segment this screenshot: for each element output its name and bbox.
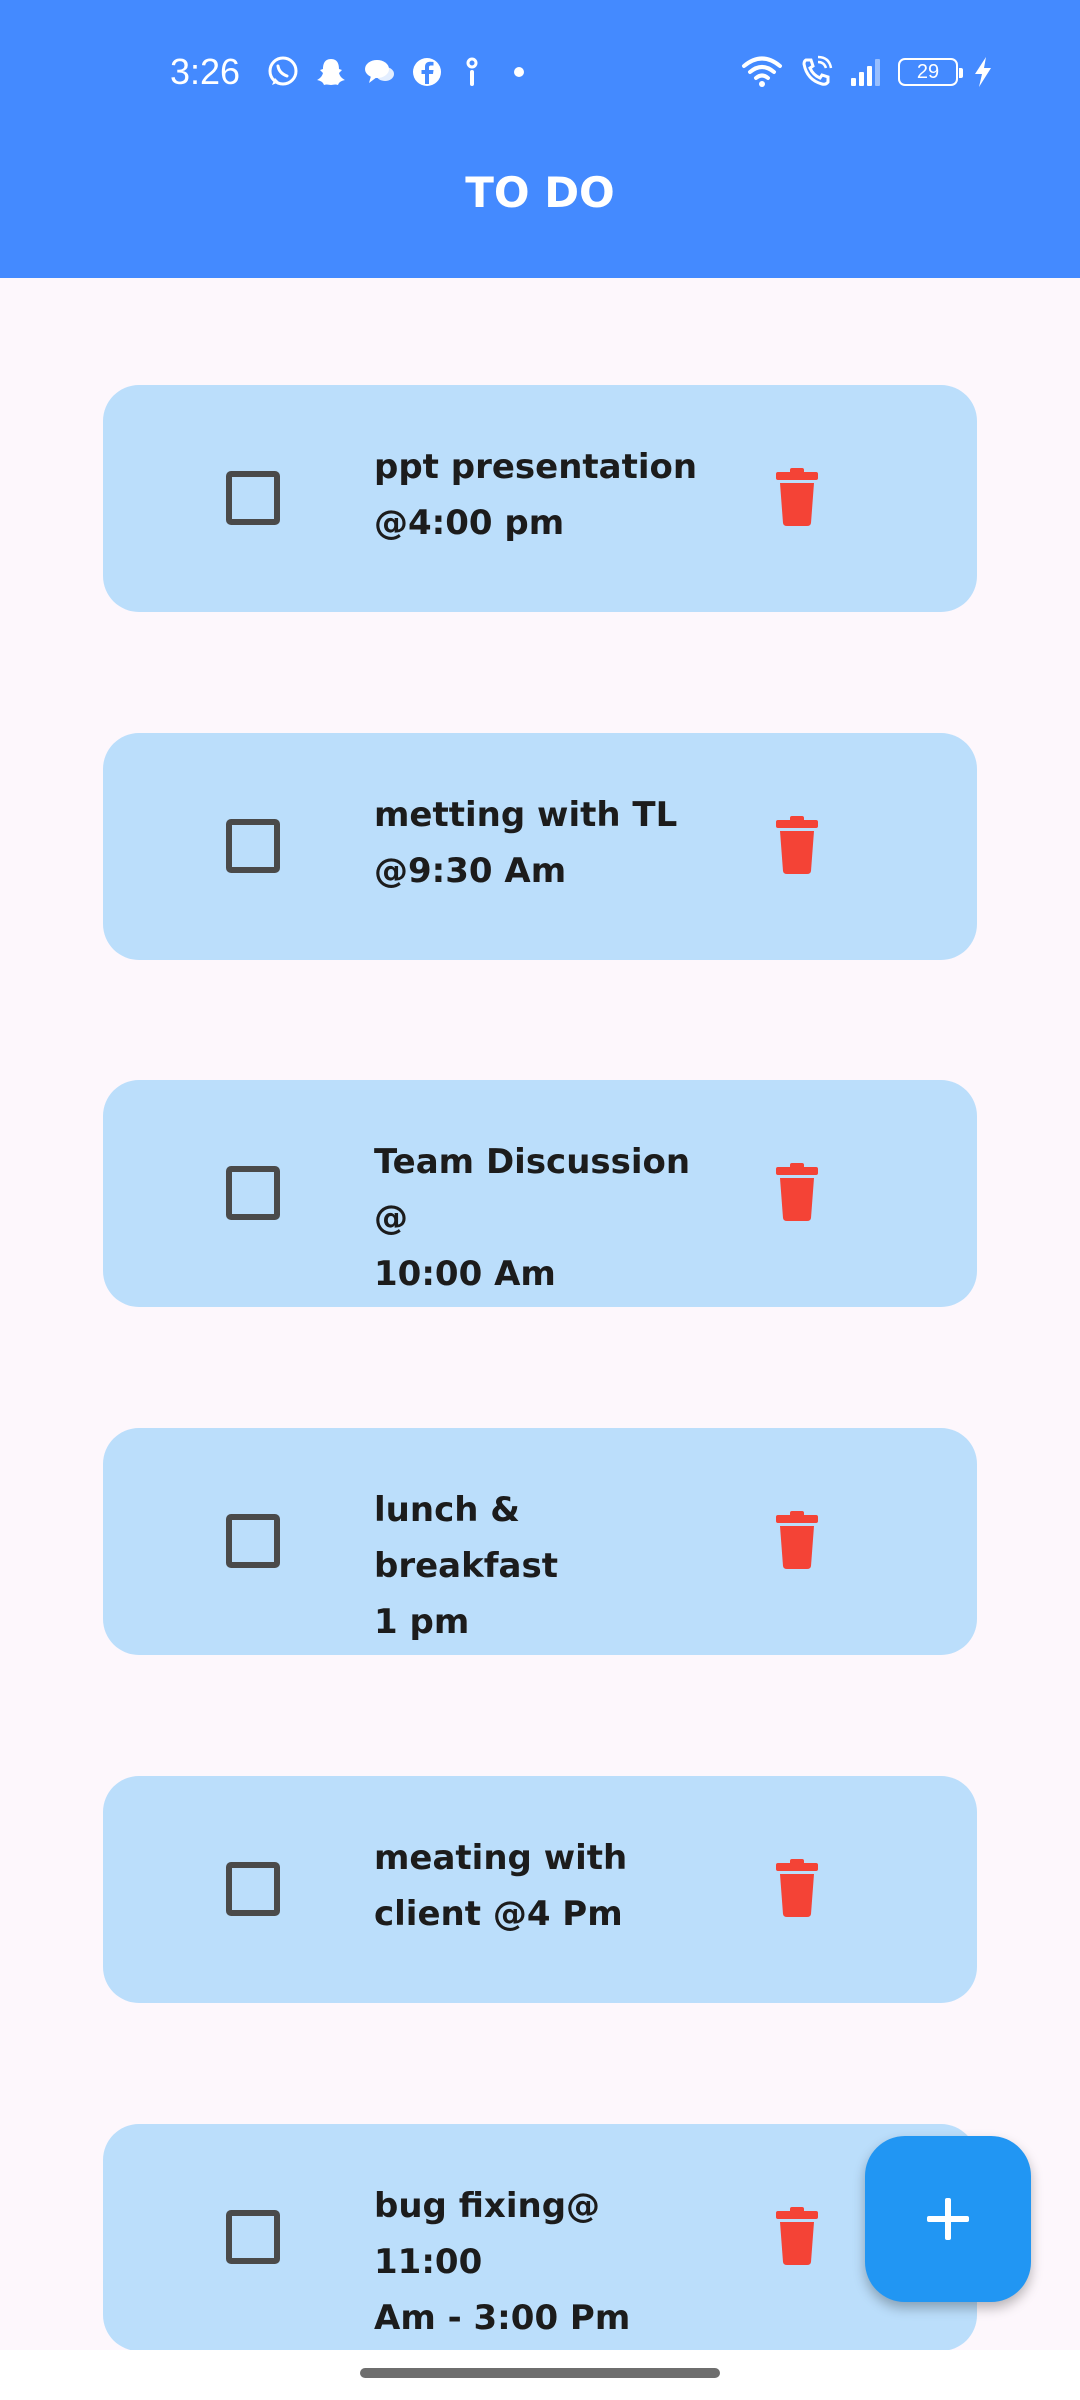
battery-level: 29 — [916, 60, 940, 83]
wifi-icon — [740, 54, 784, 90]
task-text: lunch & breakfast 1 pm — [374, 1490, 558, 1642]
status-bar: 3:26 29 — [0, 38, 1080, 106]
task-checkbox[interactable] — [226, 2210, 280, 2264]
add-task-button[interactable] — [865, 2136, 1031, 2302]
notification-icons — [265, 52, 525, 92]
task-checkbox[interactable] — [226, 1862, 280, 1916]
delete-icon[interactable] — [776, 1163, 818, 1221]
task-text: meating with client @4 Pm — [374, 1838, 628, 1934]
delete-icon[interactable] — [776, 468, 818, 526]
task-checkbox[interactable] — [226, 471, 280, 525]
task-text: bug fixing@ 11:00 Am - 3:00 Pm — [374, 2186, 631, 2338]
delete-icon[interactable] — [776, 1511, 818, 1569]
dot-icon — [513, 66, 525, 78]
task-text: Team Discussion @ 10:00 Am — [374, 1142, 691, 1294]
task-text: metting with TL @9:30 Am — [374, 795, 678, 891]
status-time: 3:26 — [170, 51, 241, 92]
task-card[interactable]: meating with client @4 Pm — [103, 1776, 977, 2003]
task-checkbox[interactable] — [226, 1166, 280, 1220]
delete-icon[interactable] — [776, 2207, 818, 2265]
task-card[interactable]: bug fixing@ 11:00 Am - 3:00 Pm — [103, 2124, 977, 2351]
system-icons: 29 — [740, 52, 994, 92]
task-card[interactable]: metting with TL @9:30 Am — [103, 733, 977, 960]
task-card[interactable]: ppt presentation @4:00 pm — [103, 385, 977, 612]
info-icon — [457, 54, 487, 90]
snapchat-icon — [313, 54, 349, 90]
app-bar: 3:26 29 TO DO — [0, 0, 1080, 278]
delete-icon[interactable] — [776, 816, 818, 874]
delete-icon[interactable] — [776, 1859, 818, 1917]
task-checkbox[interactable] — [226, 1514, 280, 1568]
whatsapp-icon — [265, 54, 301, 90]
navigation-bar — [0, 2350, 1080, 2400]
charging-icon — [972, 54, 994, 90]
signal-icon — [848, 54, 884, 90]
facebook-icon — [409, 54, 445, 90]
home-gesture-handle[interactable] — [360, 2368, 720, 2378]
wifi-call-icon — [798, 54, 834, 90]
task-list[interactable]: ppt presentation @4:00 pm metting with T… — [0, 278, 1080, 2351]
chat-bubbles-icon — [361, 54, 397, 90]
task-checkbox[interactable] — [226, 819, 280, 873]
plus-icon — [925, 2196, 971, 2242]
battery-icon: 29 — [898, 58, 963, 86]
task-card[interactable]: Team Discussion @ 10:00 Am — [103, 1080, 977, 1307]
task-card[interactable]: lunch & breakfast 1 pm — [103, 1428, 977, 1655]
task-text: ppt presentation @4:00 pm — [374, 447, 698, 543]
app-title: TO DO — [465, 168, 615, 217]
